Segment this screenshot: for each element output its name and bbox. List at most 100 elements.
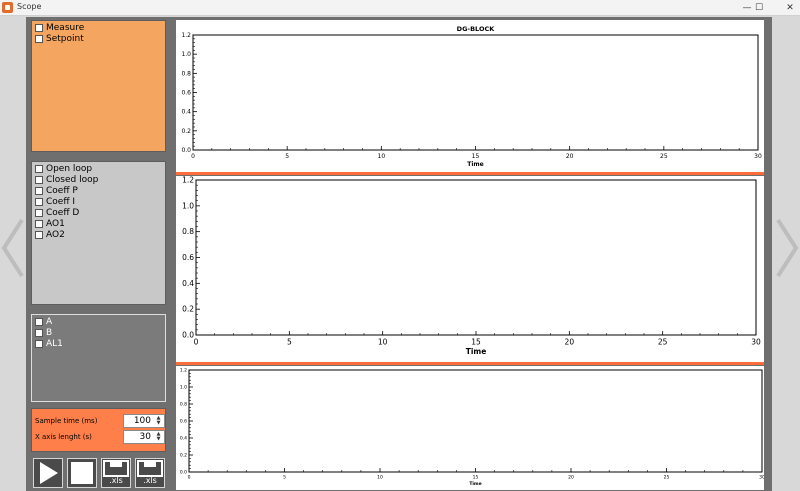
checkbox[interactable]	[35, 34, 43, 43]
y-tick-label: 0.4	[182, 279, 194, 288]
y-tick-label: 0.2	[180, 453, 187, 459]
close-button[interactable]: ✕	[773, 0, 800, 16]
y-tick-label: 1.2	[180, 368, 187, 374]
x-tick-label: 5	[287, 338, 292, 347]
maximize-button[interactable]: ☐	[742, 0, 776, 16]
x-tick-label: 15	[472, 153, 480, 160]
alarm-item[interactable]: A	[35, 316, 165, 327]
chart-1-svg: 0 5 10 15 20 25 30 0.0 0.2 0.4 0.6 0.8 1.0 1.2 DG-BLOC…	[181, 25, 762, 168]
x-tick-label: 15	[473, 475, 479, 481]
play-button[interactable]	[33, 458, 63, 488]
chart-2: 0 5 10 15 20 25 30 0.0 0.2 0.4 0.6 0.8 1.0 1.2 Time	[176, 176, 764, 362]
chevron-left-icon	[1, 218, 24, 278]
checkbox[interactable]	[35, 164, 43, 173]
sample-time-value: 100	[133, 416, 151, 426]
x-tick-label: 25	[664, 475, 670, 481]
loop-item[interactable]: Coeff P	[35, 185, 165, 196]
x-tick-label: 20	[566, 153, 574, 160]
alarm-item[interactable]: AL1	[35, 338, 165, 349]
stop-button[interactable]	[67, 458, 97, 488]
y-tick-label: 0.2	[182, 305, 194, 314]
loop-item[interactable]: Coeff I	[35, 196, 165, 207]
x-axis-length-label: X axis lenght (s)	[35, 433, 92, 441]
title-bar: Scope — ☐ ✕	[0, 0, 800, 16]
x-axis-length-input[interactable]: 30 ▲ ▼	[123, 430, 165, 444]
loop-label: Coeff D	[46, 207, 80, 218]
checkbox[interactable]	[35, 208, 43, 217]
alarm-label: B	[46, 327, 53, 338]
x-tick-label: 30	[751, 338, 761, 347]
x-axis-length-value: 30	[139, 432, 151, 442]
x-axis-label: Time	[466, 347, 487, 356]
plot-frame	[195, 179, 757, 336]
loop-label: Coeff I	[46, 196, 76, 207]
chart-3: 0 5 10 15 20 25 30 0.0 0.2 0.4 0.6 0.8 1.0 1.2 Time	[176, 366, 765, 490]
settings-panel: Sample time (ms) 100 ▲ ▼ X axis lenght (s…	[31, 408, 166, 452]
save-xls-label: .xls	[143, 476, 157, 485]
loop-item[interactable]: Closed loop	[35, 174, 165, 185]
alarm-label: AL1	[46, 338, 63, 349]
y-tick-label: 0.6	[182, 253, 194, 262]
y-tick-label: 0.4	[180, 436, 187, 442]
spin-arrows-icon[interactable]: ▲ ▼	[154, 416, 163, 426]
x-tick-label: 5	[285, 153, 289, 160]
loop-item[interactable]: AO2	[35, 229, 165, 240]
y-tick-label: 0.6	[180, 419, 187, 425]
y-tick-label: 0.2	[181, 128, 191, 135]
app-icon	[2, 2, 13, 13]
checkbox[interactable]	[35, 23, 43, 32]
checkbox[interactable]	[35, 175, 43, 184]
loops-panel: Open loop Closed loop Coeff P Coeff I Coeff …	[31, 161, 166, 305]
x-tick-label: 25	[658, 338, 668, 347]
loop-item[interactable]: AO1	[35, 218, 165, 229]
x-tick-label: 25	[660, 153, 668, 160]
signal-item[interactable]: Measure	[35, 22, 165, 33]
chevron-right-icon	[776, 218, 799, 278]
y-tick-label: 0.8	[180, 402, 187, 408]
x-tick-label: 10	[377, 475, 383, 481]
stop-icon	[71, 462, 93, 484]
y-tick-label: 0.0	[182, 331, 194, 340]
signal-item[interactable]: Setpoint	[35, 33, 165, 44]
save-xls-button[interactable]: .xls	[135, 458, 165, 488]
x-tick-label: 0	[194, 338, 199, 347]
y-tick-label: 0.8	[182, 227, 194, 236]
plot-frame	[192, 34, 759, 151]
loop-label: Coeff P	[46, 185, 78, 196]
checkbox[interactable]	[35, 219, 43, 228]
checkbox[interactable]	[35, 339, 43, 348]
loop-label: Closed loop	[46, 174, 99, 185]
loop-item[interactable]: Coeff D	[35, 207, 165, 218]
loop-label: AO1	[46, 218, 65, 229]
previous-page-button[interactable]	[0, 216, 26, 280]
alarm-item[interactable]: B	[35, 327, 165, 338]
y-tick-label: 1.0	[180, 385, 187, 391]
x-tick-label: 15	[471, 338, 481, 347]
next-page-button[interactable]	[774, 216, 800, 280]
y-tick-label: 1.0	[182, 201, 194, 210]
checkbox[interactable]	[35, 230, 43, 239]
chart-title: DG-BLOCK	[457, 25, 496, 33]
plot-frame	[188, 369, 763, 473]
checkbox[interactable]	[35, 197, 43, 206]
x-tick-label: 20	[565, 338, 575, 347]
checkbox[interactable]	[35, 317, 43, 326]
y-tick-label: 1.2	[181, 32, 191, 39]
export-xls-button[interactable]: .xls	[101, 458, 131, 488]
alarm-label: A	[46, 316, 53, 327]
play-icon	[40, 462, 58, 484]
checkbox[interactable]	[35, 186, 43, 195]
loop-item[interactable]: Open loop	[35, 163, 165, 174]
window-title: Scope	[17, 2, 42, 11]
loop-label: AO2	[46, 229, 65, 240]
x-tick-label: 30	[754, 153, 762, 160]
y-tick-label: 0.0	[181, 147, 191, 154]
y-tick-label: 0.8	[181, 70, 191, 77]
spin-arrows-icon[interactable]: ▲ ▼	[154, 432, 163, 442]
signal-label: Setpoint	[46, 33, 84, 44]
sample-time-input[interactable]: 100 ▲ ▼	[123, 414, 165, 428]
checkbox[interactable]	[35, 328, 43, 337]
x-tick-label: 5	[283, 475, 286, 481]
x-tick-label: 10	[378, 153, 386, 160]
loop-label: Open loop	[46, 163, 93, 174]
